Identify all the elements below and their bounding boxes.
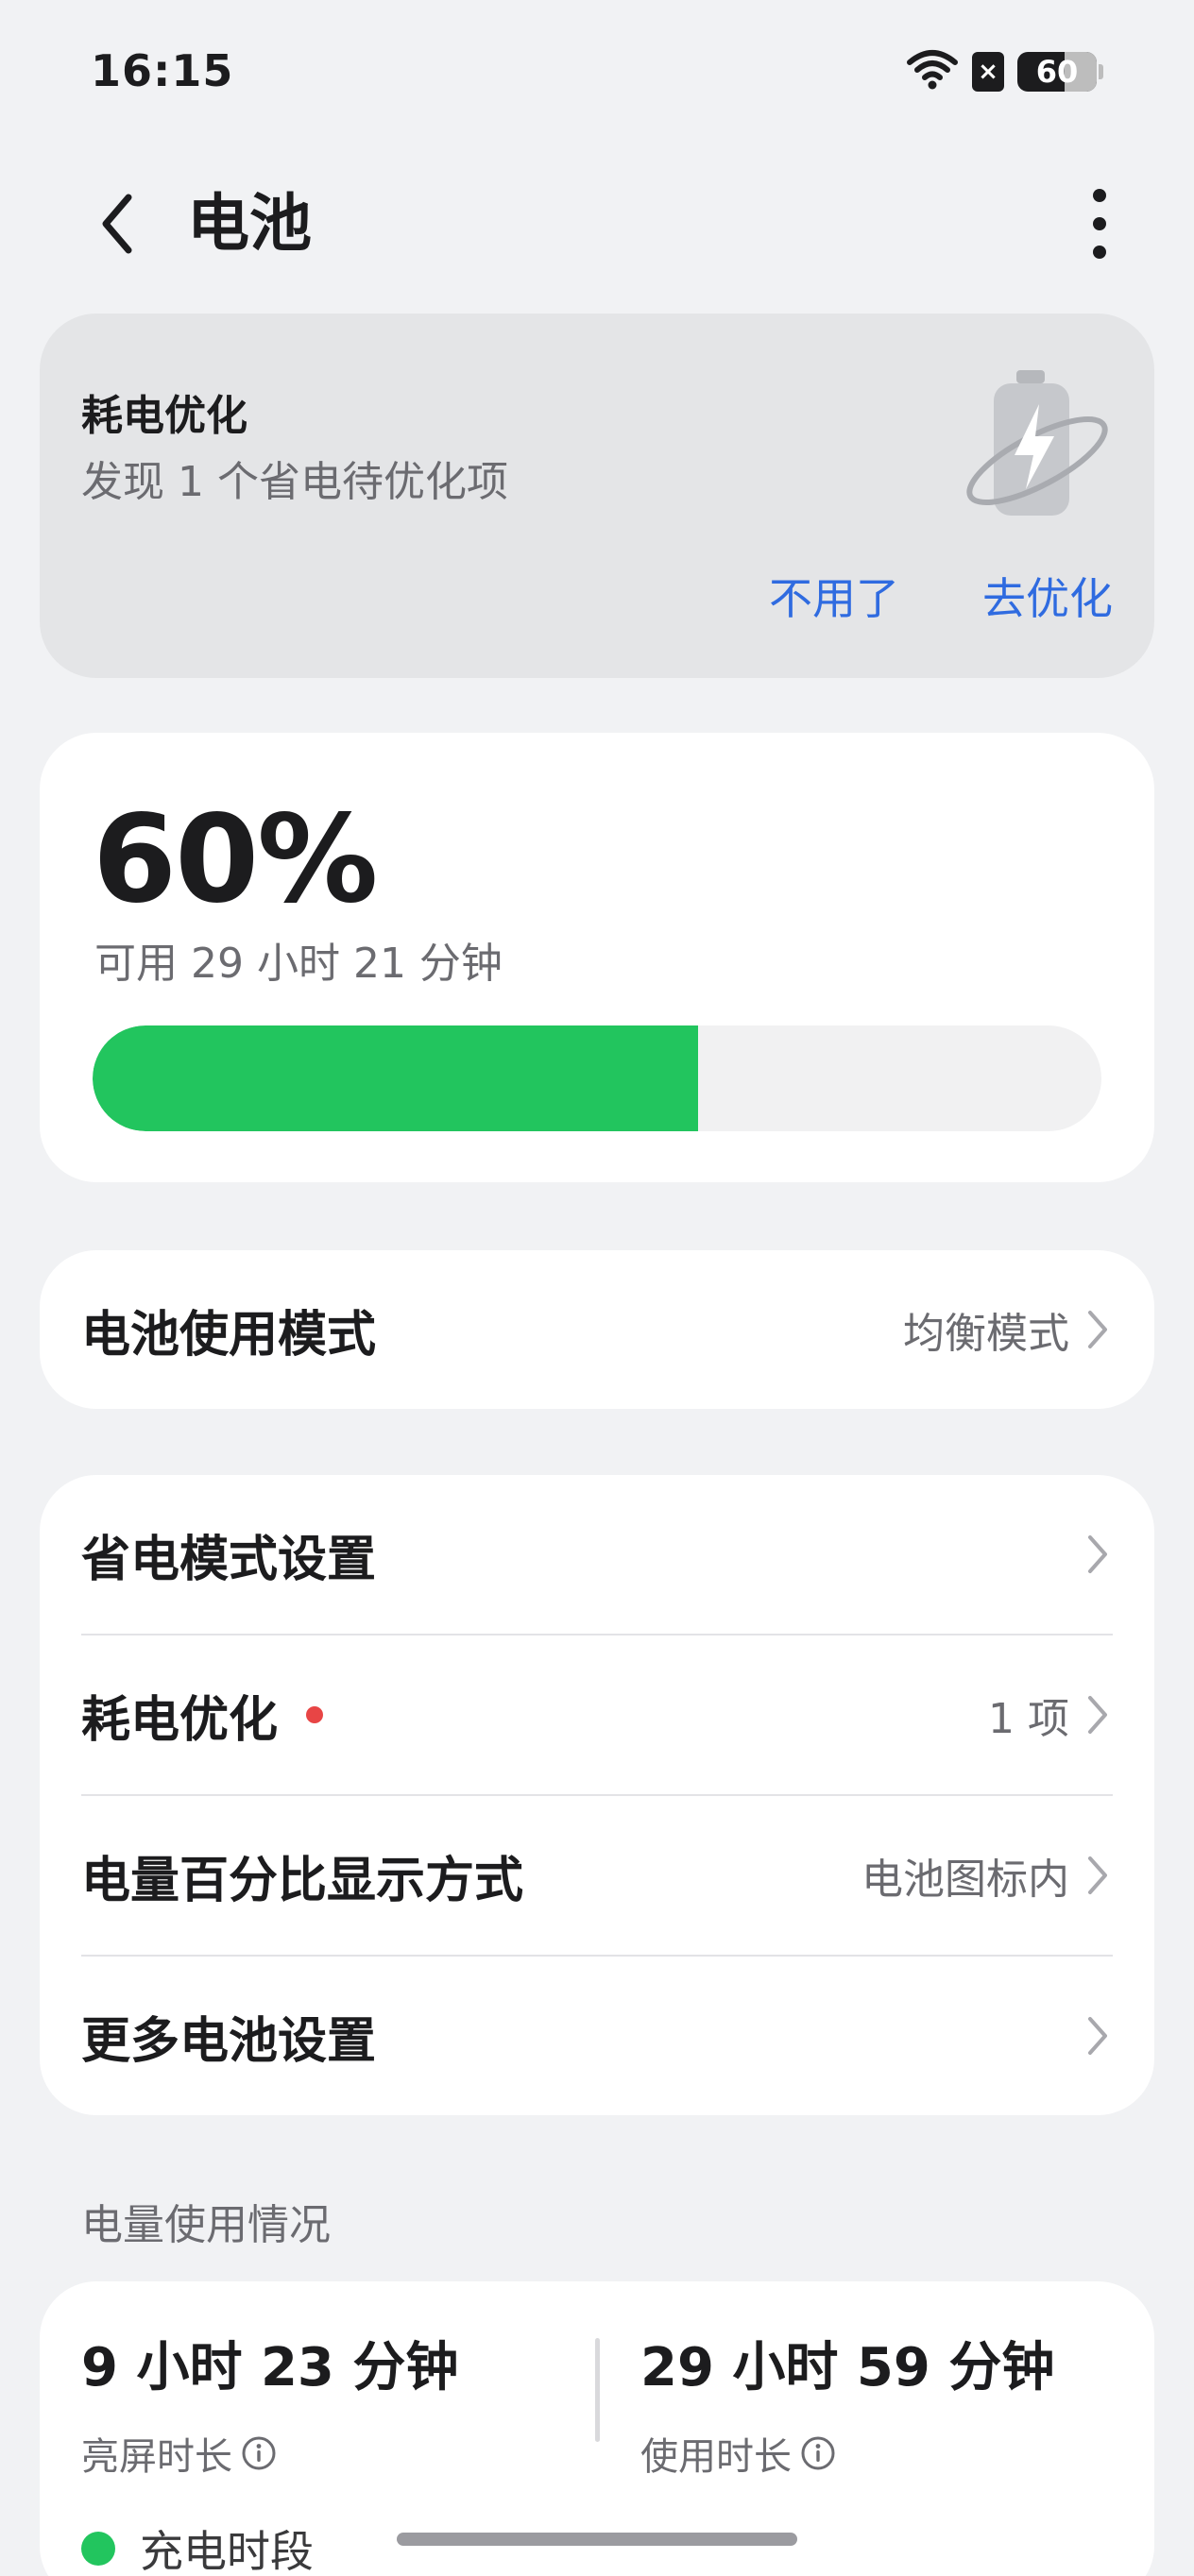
battery-mode-card: 电池使用模式 均衡模式 [40, 1250, 1154, 1409]
optimization-card-description: 发现 1 个省电待优化项 [81, 458, 508, 506]
power-optimization-row[interactable]: 耗电优化 1 项 [40, 1635, 1154, 1794]
battery-level-card: 60% 可用 29 小时 21 分钟 [40, 733, 1154, 1182]
status-bar: 16:15 × 60 [0, 0, 1194, 142]
power-saving-settings-row[interactable]: 省电模式设置 [40, 1475, 1154, 1634]
battery-tip [1099, 64, 1103, 79]
battery-icon: 60 [1017, 52, 1097, 92]
charging-period-legend: 充电时段 [81, 2517, 314, 2576]
home-indicator[interactable] [397, 2533, 797, 2546]
settings-item-right [1086, 2015, 1113, 2057]
usage-section-title: 电量使用情况 [81, 2201, 331, 2249]
usage-time-label: 使用时长 [640, 2435, 792, 2479]
chevron-left-icon [102, 194, 132, 254]
more-vertical-icon [1093, 189, 1106, 259]
more-battery-settings-row[interactable]: 更多电池设置 [40, 1957, 1154, 2115]
sim-icon: × [972, 52, 1004, 92]
settings-item-label: 电量百分比显示方式 [81, 1852, 524, 1909]
chevron-right-icon [1086, 2015, 1113, 2057]
battery-percent: 60% [93, 789, 378, 930]
battery-level-bar [93, 1025, 1101, 1131]
info-icon[interactable] [240, 2434, 278, 2472]
dismiss-button[interactable]: 不用了 [769, 565, 899, 627]
info-icon[interactable] [799, 2434, 837, 2472]
more-options-button[interactable] [1062, 181, 1137, 266]
screen-on-time-label: 亮屏时长 [81, 2435, 232, 2479]
chevron-right-icon [1086, 1309, 1113, 1350]
usage-separator [595, 2338, 600, 2442]
screen-on-stat: 9 小时 23 分钟 亮屏时长 [81, 2325, 458, 2481]
settings-item-right: 1 项 [988, 1685, 1113, 1745]
settings-item-label: 耗电优化 [81, 1691, 279, 1749]
settings-item-label: 更多电池设置 [81, 2012, 377, 2070]
status-icons: × 60 [906, 49, 1103, 94]
screen-on-time-value: 9 小时 23 分钟 [81, 2337, 459, 2398]
charging-legend-dot [81, 2532, 115, 2566]
settings-item-value: 1 项 [988, 1695, 1069, 1743]
page-title: 电池 [187, 187, 312, 260]
app-header: 电池 [0, 161, 1194, 283]
battery-charging-illustration [962, 364, 1113, 525]
power-optimization-card: 耗电优化 发现 1 个省电待优化项 不用了 去优化 [40, 314, 1154, 678]
chevron-right-icon [1086, 1534, 1113, 1575]
notification-dot [306, 1706, 324, 1723]
battery-mode-right: 均衡模式 [903, 1299, 1113, 1360]
optimization-card-title: 耗电优化 [81, 392, 247, 440]
status-time: 16:15 [91, 45, 234, 96]
battery-mode-row[interactable]: 电池使用模式 均衡模式 [40, 1250, 1154, 1409]
settings-item-right: 电池图标内 [861, 1845, 1113, 1906]
settings-item-value: 电池图标内 [861, 1856, 1069, 1904]
chevron-right-icon [1086, 1694, 1113, 1736]
charging-legend-label: 充电时段 [140, 2526, 314, 2576]
wifi-icon [906, 49, 959, 94]
settings-item-label: 省电模式设置 [81, 1531, 377, 1588]
battery-mode-value: 均衡模式 [903, 1310, 1069, 1358]
chevron-right-icon [1086, 1855, 1113, 1896]
battery-settings-card: 省电模式设置 耗电优化 1 项 电量百分比显示方式 电池图标内 更多电池设置 [40, 1475, 1154, 2115]
remaining-time: 可用 29 小时 21 分钟 [94, 940, 503, 988]
usage-time-value: 29 小时 59 分钟 [640, 2337, 1055, 2398]
screen-on-time-label-row: 亮屏时长 [81, 2426, 458, 2481]
battery-level-fill [93, 1025, 698, 1131]
optimize-button[interactable]: 去优化 [982, 565, 1113, 627]
battery-percentage-display-row[interactable]: 电量百分比显示方式 电池图标内 [40, 1796, 1154, 1955]
settings-item-right [1086, 1534, 1113, 1575]
usage-time-stat: 29 小时 59 分钟 使用时长 [640, 2325, 1054, 2481]
optimization-actions: 不用了 去优化 [769, 565, 1113, 627]
battery-mode-label: 电池使用模式 [81, 1306, 377, 1364]
back-button[interactable] [79, 181, 155, 266]
battery-percent-text: 60 [1035, 54, 1079, 90]
usage-time-label-row: 使用时长 [640, 2426, 1054, 2481]
